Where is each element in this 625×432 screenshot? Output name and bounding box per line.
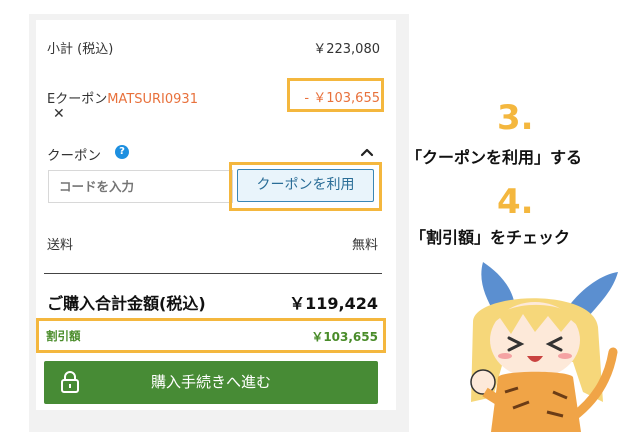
remove-coupon-icon[interactable]: ✕ — [53, 106, 65, 122]
coupon-code-input[interactable] — [48, 170, 233, 203]
step-4-caption: 「割引額」をチェック — [410, 228, 571, 247]
coupon-discount-value: - ￥103,655 — [304, 91, 380, 106]
checkout-button[interactable]: 購入手続きへ進む — [44, 361, 378, 404]
shipping-value: 無料 — [351, 238, 378, 253]
step-4-number: 4. — [497, 182, 534, 222]
help-icon[interactable]: ? — [115, 145, 129, 159]
lock-icon — [61, 371, 79, 393]
subtotal-value: ￥223,080 — [313, 42, 380, 57]
coupon-code: MATSURI0931 — [107, 92, 198, 107]
applied-coupon: EクーポンMATSURI0931 — [47, 88, 198, 107]
total-label: ご購入合計金額(税込) — [47, 294, 206, 313]
chevron-up-icon[interactable] — [360, 146, 374, 158]
coupon-prefix: Eクーポン — [47, 92, 108, 107]
discount-amount-value: ￥103,655 — [311, 330, 378, 344]
coupon-section-title: クーポン — [47, 148, 101, 164]
apply-coupon-button[interactable]: クーポンを利用 — [237, 169, 374, 202]
subtotal-label: 小計 (税込) — [47, 42, 114, 57]
step-3-number: 3. — [497, 98, 534, 138]
shipping-label: 送料 — [47, 238, 74, 253]
total-value: ￥119,424 — [289, 294, 378, 313]
mascot-illustration — [470, 262, 618, 432]
discount-amount-label: 割引額 — [46, 329, 81, 343]
divider — [44, 273, 382, 274]
step-3-caption: 「クーポンを利用」する — [406, 148, 583, 167]
